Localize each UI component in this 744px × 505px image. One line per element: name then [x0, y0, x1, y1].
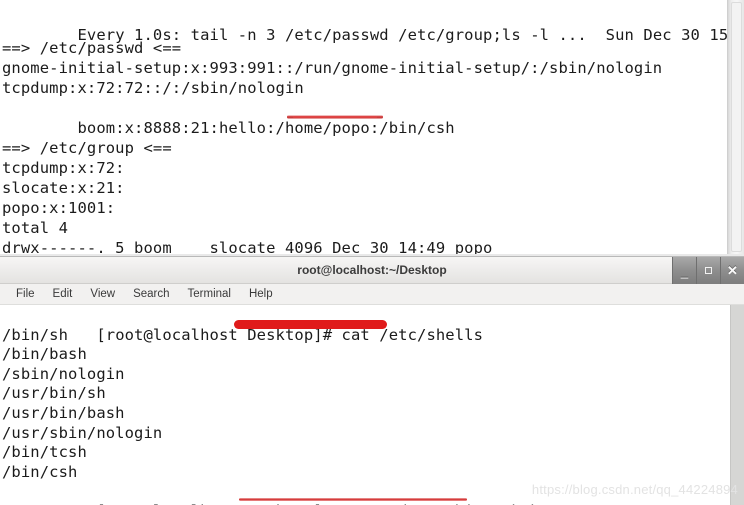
window-titlebar[interactable]: root@localhost:~/Desktop _ ✕	[0, 257, 744, 284]
terminal-output-line: /usr/bin/bash	[2, 403, 125, 422]
menubar[interactable]: File Edit View Search Terminal Help	[0, 284, 744, 305]
minimize-button[interactable]: _	[672, 257, 696, 284]
terminal-command-line: [root@localhost Desktop]# cat /etc/shell…	[2, 306, 718, 344]
terminal-output-line: /bin/csh	[2, 462, 78, 481]
watch-line: ==> /etc/passwd <==	[2, 39, 182, 57]
terminal-command-line: [root@localhost Desktop]# usermod -s /bi…	[2, 482, 718, 505]
watch-line-blank-1	[2, 24, 727, 38]
terminal-output-line: /bin/tcsh	[2, 443, 87, 462]
terminal-output-line: /bin/bash	[2, 345, 87, 364]
close-icon: ✕	[727, 262, 738, 278]
watch-line: ==> /etc/group <==	[2, 139, 172, 157]
watch-line	[2, 118, 727, 138]
minimize-icon: _	[680, 264, 689, 279]
watch-output-terminal[interactable]: Every 1.0s: tail -n 3 /etc/passwd /etc/g…	[0, 0, 744, 256]
menu-item-view[interactable]: View	[81, 284, 124, 304]
menu-item-edit[interactable]: Edit	[44, 284, 82, 304]
window-controls[interactable]: _ ✕	[672, 257, 744, 284]
watch-line: gnome-initial-setup:x:993:991::/run/gnom…	[2, 59, 663, 77]
terminal-output-line: /sbin/nologin	[2, 364, 125, 383]
watch-terminal-scrollbar[interactable]	[727, 0, 744, 254]
terminal-screen[interactable]: [root@localhost Desktop]# cat /etc/shell…	[2, 306, 718, 505]
maximize-icon	[705, 267, 712, 274]
menu-item-file[interactable]: File	[7, 284, 44, 304]
watch-line: tcpdump:x:72:	[2, 159, 125, 177]
watch-output-screen[interactable]: Every 1.0s: tail -n 3 /etc/passwd /etc/g…	[2, 0, 744, 256]
screenshot-root: Every 1.0s: tail -n 3 /etc/passwd /etc/g…	[0, 0, 744, 505]
watch-scrollbar-thumb[interactable]	[731, 2, 742, 252]
terminal-scrollbar[interactable]	[730, 305, 744, 505]
terminal-output-line: /usr/sbin/nologin	[2, 423, 163, 442]
watch-header-line: Every 1.0s: tail -n 3 /etc/passwd /etc/g…	[2, 2, 744, 44]
maximize-button[interactable]	[696, 257, 720, 284]
menu-item-search[interactable]: Search	[124, 284, 178, 304]
window-title: root@localhost:~/Desktop	[297, 263, 447, 277]
watch-line: tcpdump:x:72:72::/:/sbin/nologin	[2, 79, 304, 97]
watch-line: slocate:x:21:	[2, 179, 125, 197]
menu-item-terminal[interactable]: Terminal	[179, 284, 240, 304]
close-button[interactable]: ✕	[720, 257, 744, 284]
watch-line: popo:x:1001:	[2, 199, 116, 217]
annotation-underline-usermod	[239, 498, 467, 502]
watch-line: total 4	[2, 219, 69, 237]
terminal-body[interactable]: [root@localhost Desktop]# cat /etc/shell…	[0, 305, 744, 505]
terminal-output-line: /bin/sh	[2, 325, 69, 344]
watch-line-boom: boom:x:8888:21:hello:/home/popo:/bin/csh	[2, 98, 727, 137]
menu-item-help[interactable]: Help	[240, 284, 282, 304]
terminal-output-line: /usr/bin/sh	[2, 384, 106, 403]
terminal-window[interactable]: root@localhost:~/Desktop _ ✕ File Edit V…	[0, 256, 744, 505]
